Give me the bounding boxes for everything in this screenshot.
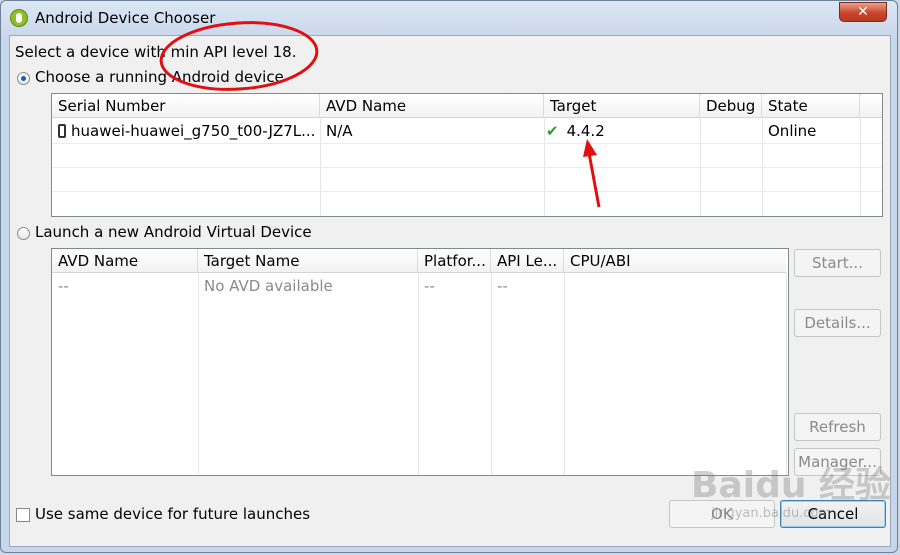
- device-chooser-window: Android Device Chooser ✕ Select a device…: [0, 0, 898, 553]
- platform-empty-cell: --: [424, 277, 435, 295]
- details-button[interactable]: Details...: [794, 309, 881, 337]
- min-api-message: Select a device with min API level 18.: [15, 43, 297, 61]
- column-target-name[interactable]: Target Name: [198, 249, 418, 273]
- same-device-label[interactable]: Use same device for future launches: [35, 505, 310, 523]
- column-filler: [860, 94, 882, 118]
- state-cell: Online: [768, 122, 817, 140]
- serial-cell: huawei-huawei_g750_t00-JZ7L...: [58, 122, 316, 140]
- column-debug[interactable]: Debug: [700, 94, 762, 118]
- target-cell: ✔ 4.4.2: [546, 122, 605, 140]
- android-app-icon: [10, 9, 28, 27]
- baidu-watermark-url: jingyan.baidu.com: [711, 506, 831, 521]
- check-icon: ✔: [546, 122, 559, 140]
- avd-cell: N/A: [326, 122, 353, 140]
- window-title: Android Device Chooser: [35, 9, 216, 27]
- close-button[interactable]: ✕: [839, 2, 887, 22]
- radio-running-device-label[interactable]: Choose a running Android device: [35, 68, 284, 86]
- target-text: 4.4.2: [566, 122, 605, 140]
- column-platform[interactable]: Platfor...: [418, 249, 491, 273]
- avd-table: AVD Name Target Name Platfor... API Le..…: [51, 248, 789, 476]
- baidu-watermark: Baidu 经验: [691, 465, 892, 506]
- column-cpu-abi[interactable]: CPU/ABI: [564, 249, 786, 273]
- running-devices-table: Serial Number AVD Name Target Debug Stat…: [51, 93, 883, 217]
- start-button[interactable]: Start...: [794, 249, 881, 277]
- api-empty-cell: --: [497, 277, 508, 295]
- no-avd-cell: No AVD available: [204, 277, 333, 295]
- radio-running-device[interactable]: [17, 72, 30, 85]
- column-avd-name[interactable]: AVD Name: [320, 94, 544, 118]
- column-serial-number[interactable]: Serial Number: [52, 94, 320, 118]
- avd-empty-cell: --: [58, 277, 69, 295]
- serial-text: huawei-huawei_g750_t00-JZ7L...: [71, 122, 316, 140]
- column-avd-name[interactable]: AVD Name: [52, 249, 198, 273]
- radio-launch-avd[interactable]: [17, 227, 30, 240]
- column-api-level[interactable]: API Le...: [491, 249, 564, 273]
- radio-launch-avd-label[interactable]: Launch a new Android Virtual Device: [35, 223, 312, 241]
- phone-icon: [58, 124, 66, 138]
- refresh-button[interactable]: Refresh: [794, 413, 881, 441]
- title-bar[interactable]: Android Device Chooser ✕: [1, 1, 897, 35]
- column-state[interactable]: State: [762, 94, 860, 118]
- column-target[interactable]: Target: [544, 94, 700, 118]
- same-device-checkbox[interactable]: [16, 508, 30, 522]
